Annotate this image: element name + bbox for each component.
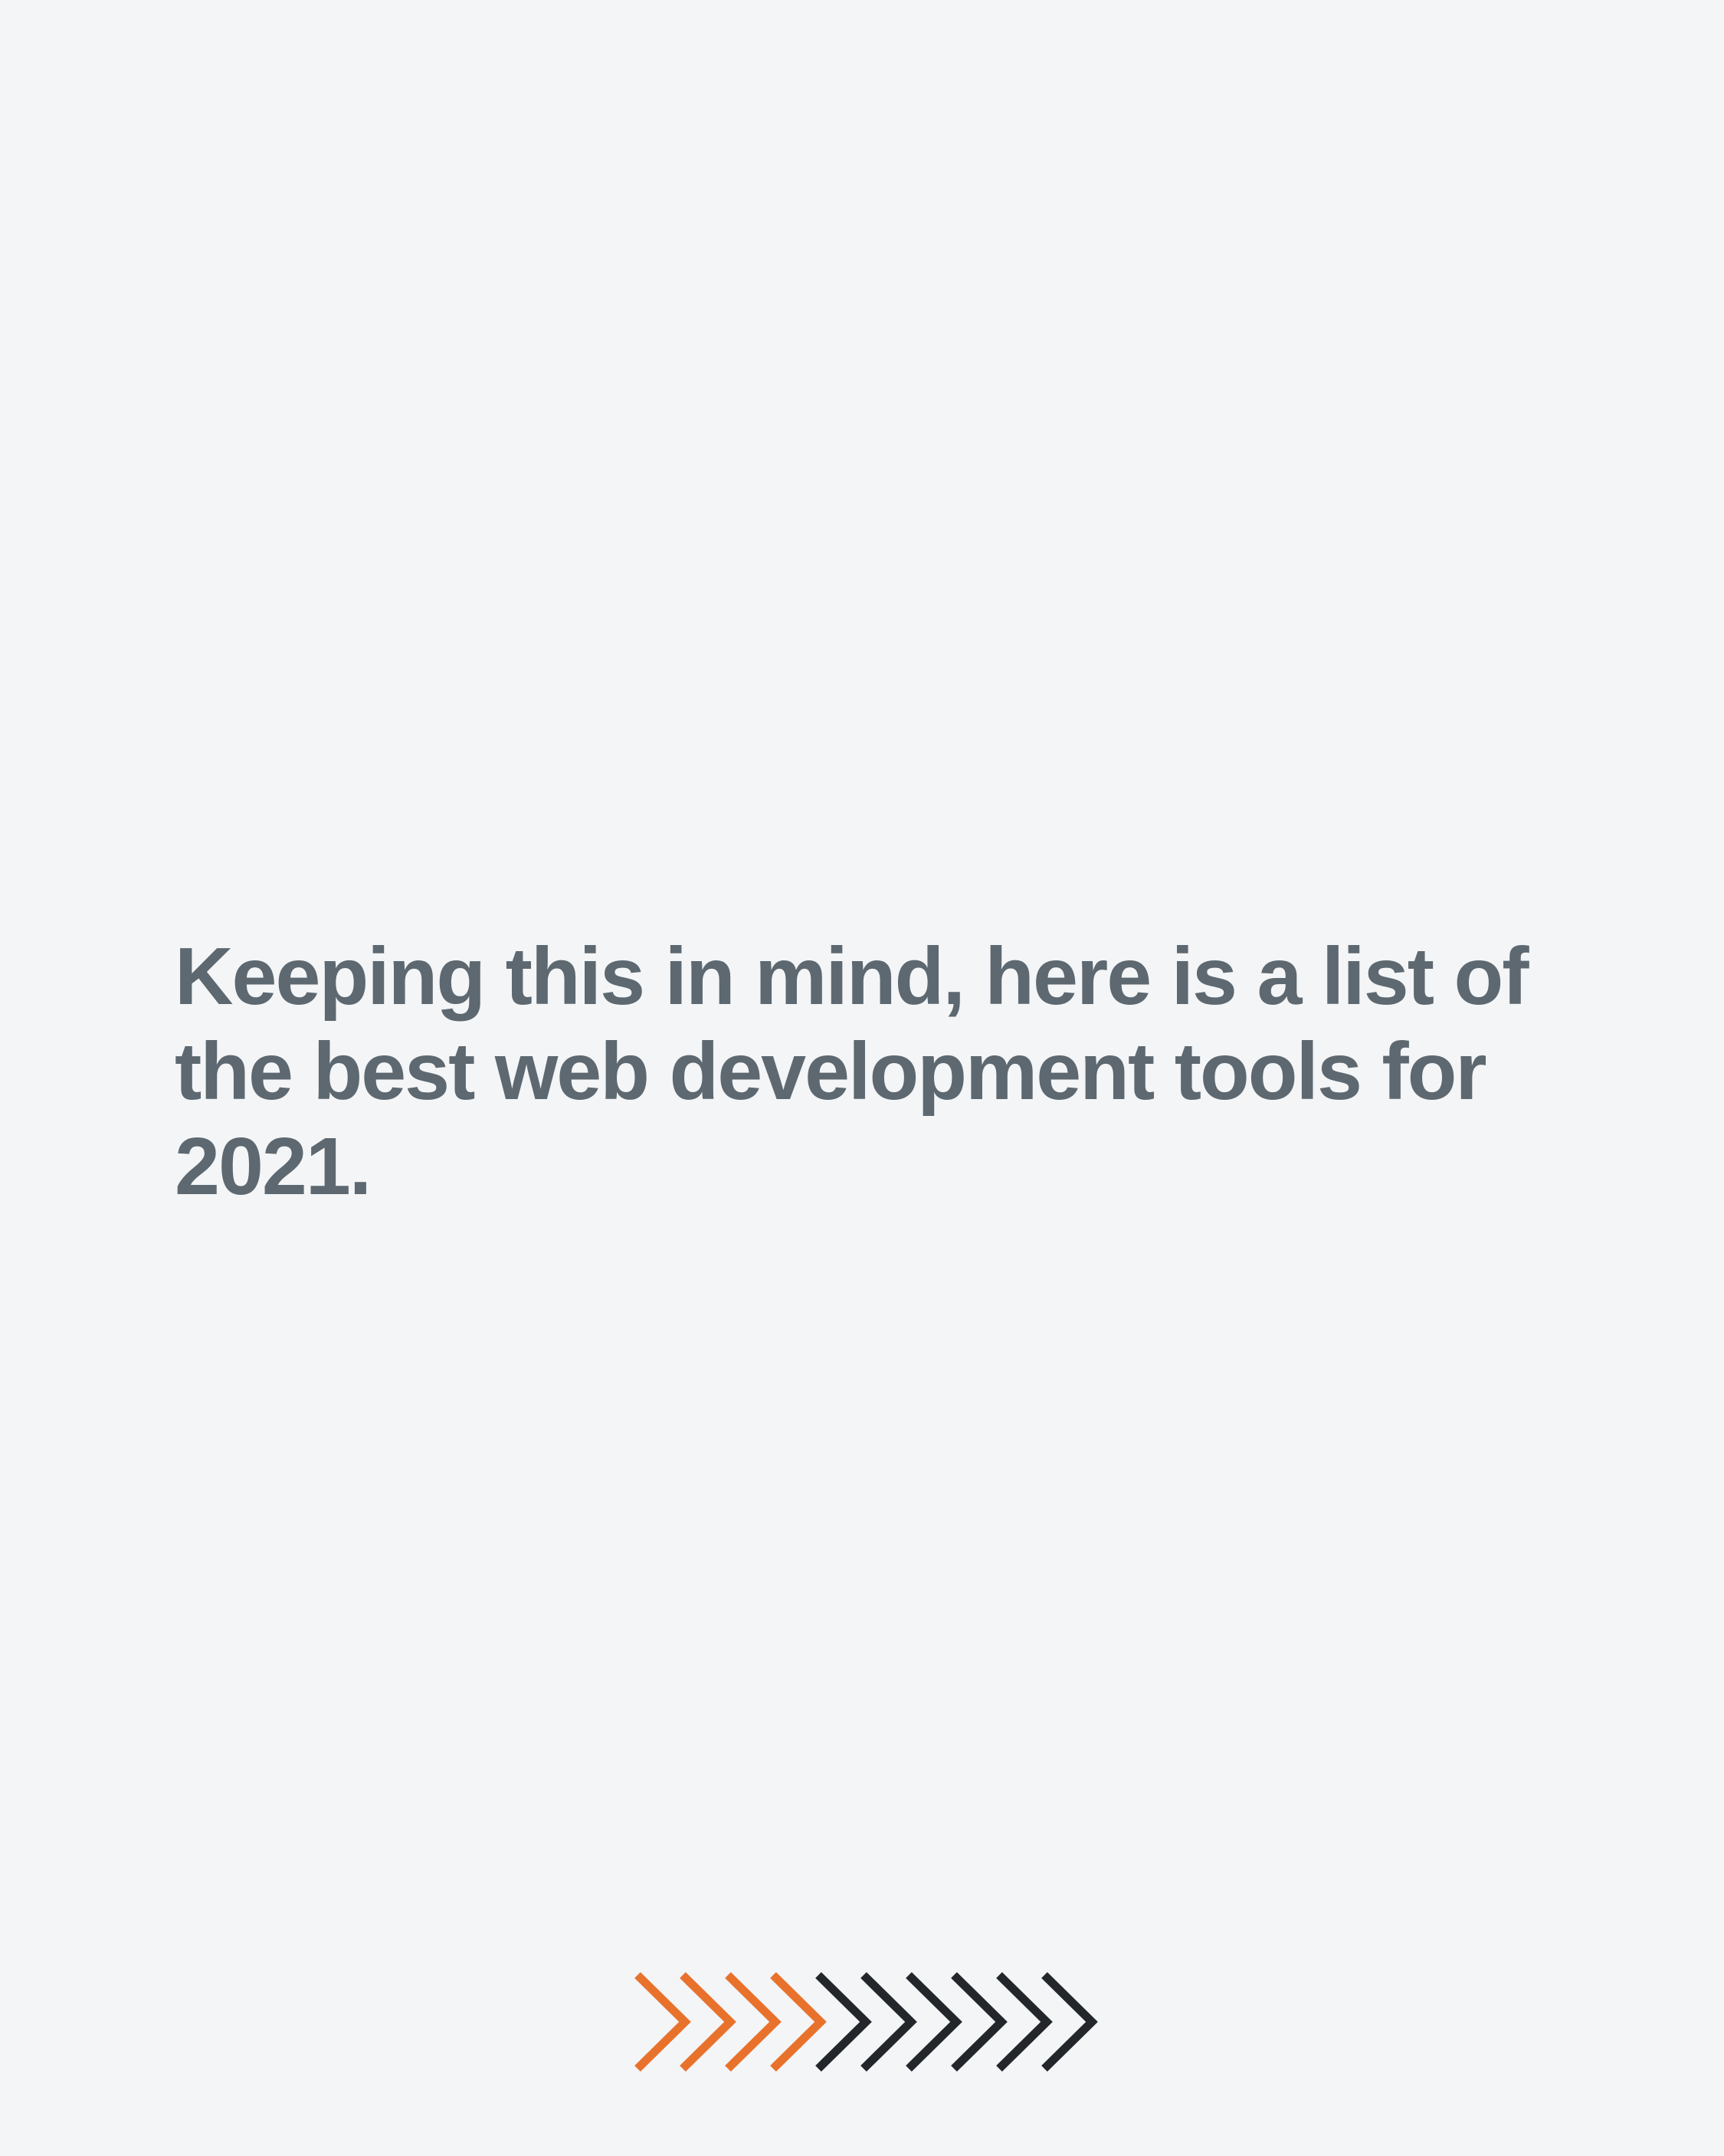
chevron-row xyxy=(634,1972,1098,2072)
headline-text: Keeping this in mind, here is a list of … xyxy=(175,931,1529,1212)
slide: Keeping this in mind, here is a list of … xyxy=(0,0,1724,2156)
chevron-right-icon xyxy=(634,1972,691,2072)
progress-chevrons xyxy=(628,1970,1098,2073)
